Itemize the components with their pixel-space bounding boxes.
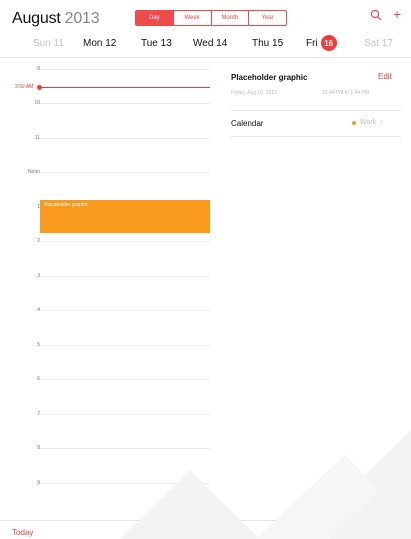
calendar-label: Calendar [231,119,264,128]
today-button[interactable]: Today [12,528,33,537]
hour-label: 10 [34,100,40,106]
plus-icon: + [393,6,402,22]
tab-week[interactable]: Week [172,11,211,25]
hour-line [40,241,210,242]
tab-day[interactable]: Day [136,11,173,25]
event-title: Placeholder graphic [231,73,308,82]
chevron-right-icon: › [380,119,383,126]
hour-line [40,345,210,346]
hour-label: 4 [37,307,40,313]
hour-line [40,276,210,277]
hour-line [40,103,210,104]
hour-line [40,138,210,139]
hour-label: 9 [37,480,40,486]
add-event-button[interactable]: + [393,7,401,21]
hour-label: 8 [37,445,40,451]
calendar-value: Work [360,119,377,126]
calendars-button[interactable]: Calendars [189,528,225,537]
hour-line [40,69,210,70]
month-label: August [12,10,61,27]
tab-month[interactable]: Month [210,11,249,25]
hour-label: 5 [37,342,40,348]
day-wed[interactable]: Wed 14 [193,38,227,49]
bottom-divider [0,520,411,521]
event-date: Friday, Aug 16, 2013 [231,90,277,96]
inbox-button[interactable]: Inbox [381,528,401,537]
hour-line [40,172,210,173]
hour-label: 7 [37,411,40,417]
day-sun[interactable]: Sun 11 [33,38,64,49]
current-time-label: 2:32 AM [15,84,34,90]
hour-label: 9 [37,66,40,72]
watermark-shapes [120,430,411,539]
detail-divider-2 [231,136,401,137]
day-fri[interactable]: Fri 16 [306,35,337,51]
hour-line [40,379,210,380]
today-badge: 16 [320,35,337,51]
hour-line [40,448,210,449]
hour-line [40,483,210,484]
view-segmented-control: Day Week Month Year [135,10,287,26]
detail-divider [231,110,401,111]
event-time: 12:44 PM to 1:44 PM [322,90,369,96]
hour-line [40,414,210,415]
current-time-dot [37,85,42,90]
edit-button[interactable]: Edit [378,72,392,81]
event-block-label: Placeholder graphic [44,202,89,208]
calendar-color-dot [352,120,356,125]
hour-label: 2 [37,238,40,244]
calendar-selector[interactable]: Work › [352,119,383,126]
day-tue[interactable]: Tue 13 [141,38,172,49]
hour-line [40,310,210,311]
week-divider [0,57,411,58]
day-thu[interactable]: Thu 15 [252,38,283,49]
hour-label: 11 [34,135,40,141]
page-title: August 2013 [12,10,100,28]
hour-label: 3 [37,273,40,279]
day-mon[interactable]: Mon 12 [83,38,116,49]
hour-label: Noon [28,169,40,175]
current-time-line [40,87,210,88]
day-fri-label: Fri [306,37,318,49]
day-sat[interactable]: Sat 17 [364,38,393,49]
hour-label: 6 [37,376,40,382]
tab-year[interactable]: Year [248,11,286,25]
week-strip: Sun 11 Mon 12 Tue 13 Wed 14 Thu 15 Fri 1… [0,34,411,56]
event-block[interactable]: Placeholder graphic [40,200,210,233]
hour-label: 1 [37,204,40,210]
year-label: 2013 [64,10,100,27]
search-icon[interactable] [370,9,382,21]
